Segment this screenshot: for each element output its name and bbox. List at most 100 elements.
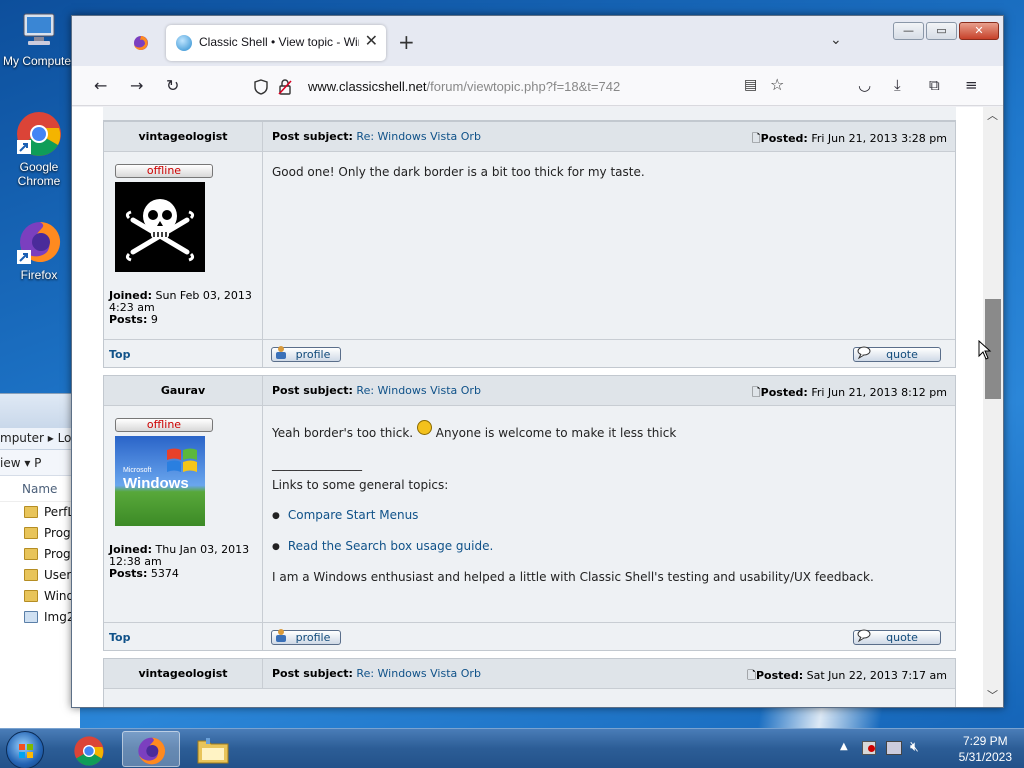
taskbar: ▲ 🔇︎ 7:29 PM 5/31/2023 bbox=[0, 728, 1024, 768]
folder-icon bbox=[24, 548, 38, 560]
system-tray: ▲ 🔇︎ 7:29 PM 5/31/2023 bbox=[834, 729, 1024, 768]
minimize-button[interactable]: — bbox=[893, 22, 924, 40]
folder-icon bbox=[24, 569, 38, 581]
post-date: 🗋Posted: Fri Jun 21, 2013 3:28 pm bbox=[751, 132, 947, 145]
list-item[interactable]: Prog bbox=[0, 523, 80, 544]
author-stats: Joined: Sun Feb 03, 2013 4:23 am Posts: … bbox=[109, 289, 252, 326]
tab-title: Classic Shell • View topic - Windows Vis… bbox=[199, 35, 359, 49]
post-subject: Post subject: Re: Windows Vista Orb 🗋Pos… bbox=[263, 122, 955, 151]
explorer-title-bar bbox=[0, 394, 80, 428]
pocket-icon[interactable]: ◡ bbox=[858, 76, 871, 94]
maximize-button[interactable]: ▭ bbox=[926, 22, 957, 40]
profile-button[interactable]: profile bbox=[271, 346, 341, 362]
folder-icon bbox=[24, 506, 38, 518]
firefox-icon bbox=[138, 737, 166, 765]
chrome-icon bbox=[74, 736, 104, 766]
bookmark-star-icon[interactable]: ☆ bbox=[770, 75, 784, 94]
avatar: Microsoft Windows bbox=[115, 436, 205, 526]
desktop-icon-google-chrome[interactable]: Google Chrome bbox=[0, 110, 78, 188]
post-text: Yeah border's too thick. Anyone is welco… bbox=[263, 406, 955, 622]
new-tab-button[interactable]: + bbox=[398, 30, 415, 54]
file-explorer-window[interactable]: mputer ▸ Lo iew ▾ P Name PerfL Prog Prog… bbox=[0, 393, 80, 728]
top-link[interactable]: Top bbox=[104, 623, 263, 650]
close-window-button[interactable]: ✕ bbox=[959, 22, 999, 40]
post-buttons: profile quote bbox=[263, 623, 955, 650]
profile-icon bbox=[275, 628, 287, 642]
shield-icon[interactable] bbox=[254, 79, 268, 95]
post-icon: 🗋 bbox=[751, 132, 761, 145]
link-search-box-guide[interactable]: Read the Search box usage guide. bbox=[288, 539, 493, 553]
taskbar-chrome[interactable] bbox=[60, 731, 118, 767]
clock[interactable]: 7:29 PM 5/31/2023 bbox=[959, 733, 1012, 765]
mouse-cursor-icon bbox=[978, 339, 992, 360]
start-button[interactable] bbox=[6, 731, 44, 768]
link-compare-start-menus[interactable]: Compare Start Menus bbox=[288, 508, 419, 522]
status-badge: offline bbox=[115, 164, 213, 178]
downloads-icon[interactable]: ⤓ bbox=[894, 76, 901, 94]
quote-icon bbox=[857, 345, 871, 360]
firefox-icon bbox=[15, 218, 63, 266]
scroll-up-icon[interactable]: ︿ bbox=[987, 107, 998, 123]
explorer-address-bar[interactable]: mputer ▸ Lo bbox=[0, 428, 80, 450]
close-tab-icon[interactable]: ✕ bbox=[365, 31, 378, 50]
insecure-lock-icon[interactable] bbox=[278, 79, 292, 95]
subject-link[interactable]: Re: Windows Vista Orb bbox=[356, 384, 481, 397]
desktop-icon-my-computer[interactable]: My Computer bbox=[0, 10, 78, 68]
post-subject: Post subject: Re: Windows Vista Orb 🗋Pos… bbox=[263, 376, 955, 405]
subject-link[interactable]: Re: Windows Vista Orb bbox=[356, 667, 481, 680]
volume-muted-icon[interactable]: 🔇︎ bbox=[910, 739, 919, 755]
tab-classic-shell[interactable]: Classic Shell • View topic - Windows Vis… bbox=[166, 25, 386, 61]
list-all-tabs-icon[interactable]: ⌄ bbox=[830, 32, 842, 48]
window-controls: — ▭ ✕ bbox=[893, 22, 999, 40]
computer-icon bbox=[18, 10, 60, 52]
skull-crossbones-icon bbox=[125, 199, 195, 262]
scroll-down-icon[interactable]: ﹀ bbox=[987, 687, 998, 703]
taskbar-firefox[interactable] bbox=[122, 731, 180, 767]
author-stats: Joined: Thu Jan 03, 2013 12:38 am Posts:… bbox=[109, 543, 250, 580]
folder-icon bbox=[197, 738, 229, 764]
wallpaper-swoosh bbox=[640, 706, 1024, 728]
list-item[interactable]: Img2 bbox=[0, 607, 80, 628]
list-item[interactable]: Wind bbox=[0, 586, 80, 607]
url-bar[interactable]: www.classicshell.net/forum/viewtopic.php… bbox=[242, 72, 792, 100]
desktop-icon-firefox[interactable]: Firefox bbox=[0, 218, 78, 282]
post-separator bbox=[103, 651, 956, 658]
show-hidden-icons-icon[interactable]: ▲ bbox=[840, 741, 848, 752]
column-header-name[interactable]: Name bbox=[0, 476, 80, 502]
taskbar-file-explorer[interactable] bbox=[184, 731, 242, 767]
page-scrollbar[interactable]: ︿ ﹀ bbox=[983, 107, 1003, 707]
url-text[interactable]: www.classicshell.net/forum/viewtopic.php… bbox=[308, 79, 620, 94]
post-header: Gaurav Post subject: Re: Windows Vista O… bbox=[104, 376, 955, 406]
post-author[interactable]: Gaurav bbox=[104, 376, 263, 405]
author-profile: offline Microsoft Windows Joined: Thu Ja… bbox=[104, 406, 263, 622]
explorer-toolbar[interactable]: iew ▾ P bbox=[0, 450, 80, 476]
post-icon: 🗋 bbox=[751, 386, 761, 399]
quote-icon bbox=[857, 628, 871, 643]
back-icon[interactable]: ← bbox=[94, 76, 107, 95]
reader-view-icon[interactable]: ▤ bbox=[744, 77, 757, 93]
post-author[interactable]: vintageologist bbox=[104, 659, 263, 688]
action-center-icon[interactable] bbox=[862, 741, 876, 755]
post-separator bbox=[103, 368, 956, 375]
list-item[interactable]: Prog bbox=[0, 544, 80, 565]
subject-label: Post subject: bbox=[272, 667, 353, 680]
reload-icon[interactable]: ↻ bbox=[166, 76, 179, 95]
subject-link[interactable]: Re: Windows Vista Orb bbox=[356, 130, 481, 143]
top-link[interactable]: Top bbox=[104, 340, 263, 367]
post-author[interactable]: vintageologist bbox=[104, 122, 263, 151]
firefox-window: Classic Shell • View topic - Windows Vis… bbox=[71, 15, 1004, 708]
tab-firefox-home[interactable] bbox=[126, 30, 156, 56]
subject-label: Post subject: bbox=[272, 130, 353, 143]
quote-button[interactable]: quote bbox=[853, 345, 941, 362]
profile-button[interactable]: profile bbox=[271, 628, 341, 645]
network-icon[interactable] bbox=[886, 741, 902, 755]
list-item[interactable]: PerfL bbox=[0, 502, 80, 523]
post-header: vintageologist Post subject: Re: Windows… bbox=[104, 122, 955, 152]
forward-icon[interactable]: → bbox=[130, 76, 143, 95]
post-text: Good one! Only the dark border is a bit … bbox=[272, 165, 645, 179]
extensions-icon[interactable]: ⧉ bbox=[929, 76, 940, 94]
list-item[interactable]: Users bbox=[0, 565, 80, 586]
menu-icon[interactable]: ≡ bbox=[965, 76, 978, 94]
quote-button[interactable]: quote bbox=[853, 628, 941, 645]
firefox-icon bbox=[134, 36, 148, 50]
